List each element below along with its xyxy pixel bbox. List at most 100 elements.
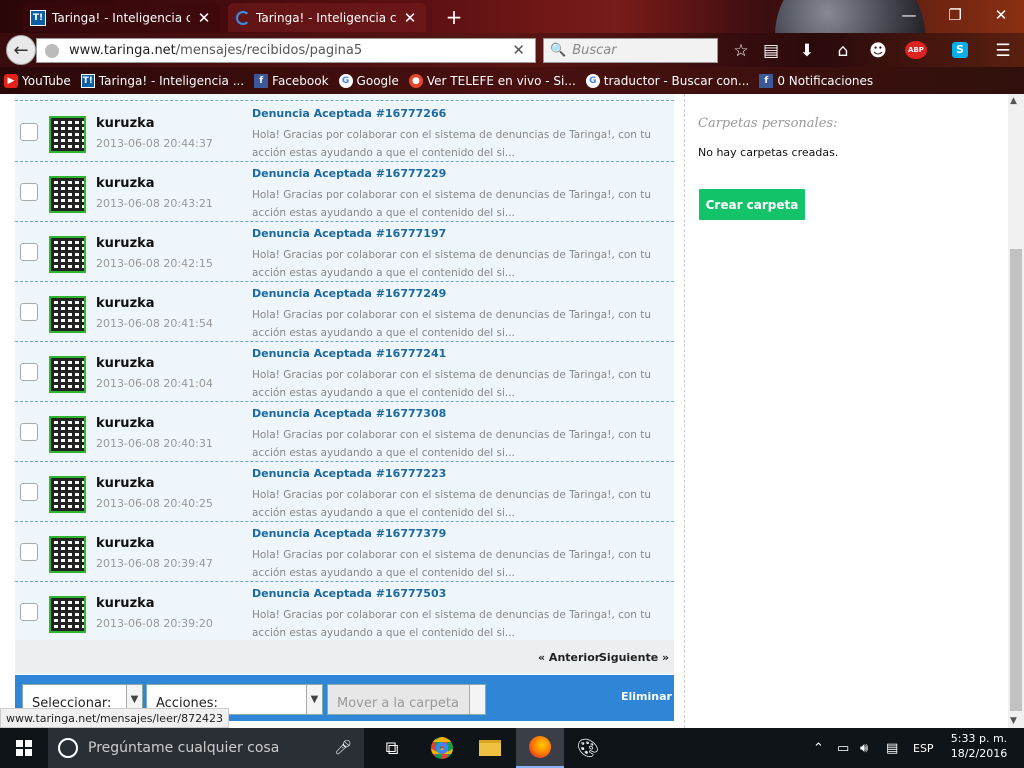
message-sender[interactable]: kuruzka bbox=[96, 536, 155, 551]
user-avatar[interactable] bbox=[49, 116, 86, 153]
address-bar[interactable]: www.taringa.net/mensajes/recibidos/pagin… bbox=[36, 38, 536, 63]
user-avatar[interactable] bbox=[49, 176, 86, 213]
user-avatar[interactable] bbox=[49, 296, 86, 333]
scroll-up-icon[interactable]: ▲ bbox=[1010, 96, 1017, 106]
user-avatar[interactable] bbox=[49, 356, 86, 393]
message-checkbox[interactable] bbox=[20, 363, 38, 381]
notification-center-icon[interactable]: ▤ bbox=[886, 728, 898, 768]
stop-loading-icon[interactable]: ✕ bbox=[512, 41, 525, 59]
user-avatar[interactable] bbox=[49, 236, 86, 273]
move-to-folder-dropdown[interactable]: Mover a la carpeta bbox=[327, 684, 486, 715]
message-checkbox[interactable] bbox=[20, 423, 38, 441]
create-folder-button[interactable]: Crear carpeta bbox=[699, 189, 805, 220]
message-subject-link[interactable]: Denuncia Aceptada #16777197 bbox=[252, 227, 446, 240]
chrome-icon[interactable] bbox=[418, 728, 466, 768]
task-view-icon[interactable]: ⧉ bbox=[368, 728, 416, 768]
user-avatar[interactable] bbox=[49, 416, 86, 453]
user-avatar[interactable] bbox=[49, 476, 86, 513]
new-tab-button[interactable]: + bbox=[443, 5, 465, 29]
scrollbar-thumb[interactable] bbox=[1010, 249, 1022, 711]
message-preview[interactable]: Hola! Gracias por colaborar con el siste… bbox=[252, 546, 662, 582]
user-avatar[interactable] bbox=[49, 596, 86, 633]
message-preview[interactable]: Hola! Gracias por colaborar con el siste… bbox=[252, 426, 662, 462]
message-subject-link[interactable]: Denuncia Aceptada #16777249 bbox=[252, 287, 446, 300]
chat-icon[interactable]: ☻ bbox=[868, 41, 888, 61]
message-checkbox[interactable] bbox=[20, 183, 38, 201]
bookmark-notificaciones[interactable]: f0 Notificaciones bbox=[759, 73, 873, 88]
message-row[interactable]: kuruzka 2013-06-08 20:41:54 Denuncia Acept… bbox=[15, 282, 674, 342]
firefox-icon[interactable] bbox=[516, 728, 564, 768]
scroll-down-icon[interactable]: ▼ bbox=[1010, 716, 1017, 726]
bookmark-facebook[interactable]: f Facebook bbox=[254, 73, 329, 88]
next-page-link[interactable]: Siguiente » bbox=[599, 651, 669, 664]
message-subject-link[interactable]: Denuncia Aceptada #16777503 bbox=[252, 587, 446, 600]
message-subject-link[interactable]: Denuncia Aceptada #16777229 bbox=[252, 167, 446, 180]
message-preview[interactable]: Hola! Gracias por colaborar con el siste… bbox=[252, 186, 662, 222]
restore-button[interactable]: ❐ bbox=[932, 0, 978, 30]
message-row[interactable]: kuruzka 2013-06-08 20:44:37 Denuncia Acept… bbox=[15, 102, 674, 162]
message-checkbox[interactable] bbox=[20, 483, 38, 501]
download-icon[interactable]: ⬇ bbox=[797, 41, 817, 61]
message-sender[interactable]: kuruzka bbox=[96, 296, 155, 311]
search-input[interactable]: 🔍 Buscar bbox=[543, 38, 718, 63]
message-subject-link[interactable]: Denuncia Aceptada #16777308 bbox=[252, 407, 446, 420]
file-explorer-icon[interactable] bbox=[466, 728, 514, 768]
message-preview[interactable]: Hola! Gracias por colaborar con el siste… bbox=[252, 366, 662, 402]
message-checkbox[interactable] bbox=[20, 603, 38, 621]
message-subject-link[interactable]: Denuncia Aceptada #16777241 bbox=[252, 347, 446, 360]
message-row[interactable]: kuruzka 2013-06-08 20:39:47 Denuncia Acept… bbox=[15, 522, 674, 582]
message-sender[interactable]: kuruzka bbox=[96, 116, 155, 131]
browser-tab-2[interactable]: Taringa! - Inteligencia col... ✕ bbox=[228, 3, 426, 32]
message-preview[interactable]: Hola! Gracias por colaborar con el siste… bbox=[252, 246, 662, 282]
message-row[interactable]: kuruzka 2013-06-08 20:39:20 Denuncia Acept… bbox=[15, 582, 674, 642]
message-preview[interactable]: Hola! Gracias por colaborar con el siste… bbox=[252, 486, 662, 522]
show-hidden-icons-icon[interactable]: ⌃ bbox=[813, 728, 824, 768]
close-tab-icon[interactable]: ✕ bbox=[402, 9, 418, 27]
bookmark-youtube[interactable]: ▶ YouTube bbox=[4, 73, 71, 88]
page-scrollbar[interactable]: ▲ ▼ bbox=[1008, 94, 1024, 728]
message-row[interactable]: kuruzka 2013-06-08 20:40:25 Denuncia Acept… bbox=[15, 462, 674, 522]
back-button[interactable]: ← bbox=[6, 35, 36, 65]
message-row[interactable]: kuruzka 2013-06-08 20:43:21 Denuncia Acept… bbox=[15, 162, 674, 222]
message-sender[interactable]: kuruzka bbox=[96, 476, 155, 491]
start-button[interactable] bbox=[0, 728, 48, 768]
message-preview[interactable]: Hola! Gracias por colaborar con el siste… bbox=[252, 306, 662, 342]
adblock-icon[interactable]: ABP bbox=[905, 41, 927, 59]
network-icon[interactable]: ▭ bbox=[837, 728, 849, 768]
message-subject-link[interactable]: Denuncia Aceptada #16777223 bbox=[252, 467, 446, 480]
message-preview[interactable]: Hola! Gracias por colaborar con el siste… bbox=[252, 606, 662, 642]
home-icon[interactable]: ⌂ bbox=[833, 41, 853, 61]
bookmark-taringa[interactable]: T! Taringa! - Inteligencia ... bbox=[80, 73, 244, 88]
message-row[interactable]: kuruzka 2013-06-08 20:40:31 Denuncia Acept… bbox=[15, 402, 674, 462]
user-avatar[interactable] bbox=[49, 536, 86, 573]
message-preview[interactable]: Hola! Gracias por colaborar con el siste… bbox=[252, 126, 662, 162]
message-subject-link[interactable]: Denuncia Aceptada #16777266 bbox=[252, 107, 446, 120]
paint-icon[interactable]: 🎨︎ bbox=[564, 728, 612, 768]
message-row[interactable]: kuruzka 2013-06-08 20:42:15 Denuncia Acept… bbox=[15, 222, 674, 282]
microphone-icon[interactable]: 🎤︎ bbox=[334, 740, 352, 756]
prev-page-link[interactable]: « Anterior bbox=[538, 651, 600, 664]
message-sender[interactable]: kuruzka bbox=[96, 596, 155, 611]
browser-tab-1[interactable]: T! Taringa! - Inteligencia col... ✕ bbox=[22, 3, 220, 32]
close-window-button[interactable]: ✕ bbox=[978, 0, 1024, 30]
delete-button[interactable]: Eliminar bbox=[621, 690, 672, 703]
message-checkbox[interactable] bbox=[20, 543, 38, 561]
cortana-search-box[interactable]: Pregúntame cualquier cosa 🎤︎ bbox=[48, 728, 364, 768]
message-checkbox[interactable] bbox=[20, 303, 38, 321]
menu-icon[interactable]: ☰ bbox=[993, 41, 1013, 61]
close-tab-icon[interactable]: ✕ bbox=[196, 9, 212, 27]
bookmark-google[interactable]: G Google bbox=[338, 73, 399, 88]
bookmark-telefe[interactable]: ● Ver TELEFE en vivo - Si... bbox=[408, 73, 576, 88]
message-sender[interactable]: kuruzka bbox=[96, 356, 155, 371]
message-subject-link[interactable]: Denuncia Aceptada #16777379 bbox=[252, 527, 446, 540]
system-clock[interactable]: 5:33 p. m. 18/2/2016 bbox=[944, 731, 1014, 761]
message-checkbox[interactable] bbox=[20, 123, 38, 141]
message-row[interactable]: kuruzka 2013-06-08 20:41:04 Denuncia Acept… bbox=[15, 342, 674, 402]
bookmark-star-icon[interactable]: ☆ bbox=[731, 41, 751, 61]
message-sender[interactable]: kuruzka bbox=[96, 176, 155, 191]
language-indicator[interactable]: ESP bbox=[913, 728, 934, 768]
volume-icon[interactable]: 🔊︎ bbox=[860, 728, 868, 768]
site-identity-icon[interactable] bbox=[45, 43, 59, 58]
message-checkbox[interactable] bbox=[20, 243, 38, 261]
bookmark-traductor[interactable]: Gtraductor - Buscar con... bbox=[585, 73, 749, 88]
